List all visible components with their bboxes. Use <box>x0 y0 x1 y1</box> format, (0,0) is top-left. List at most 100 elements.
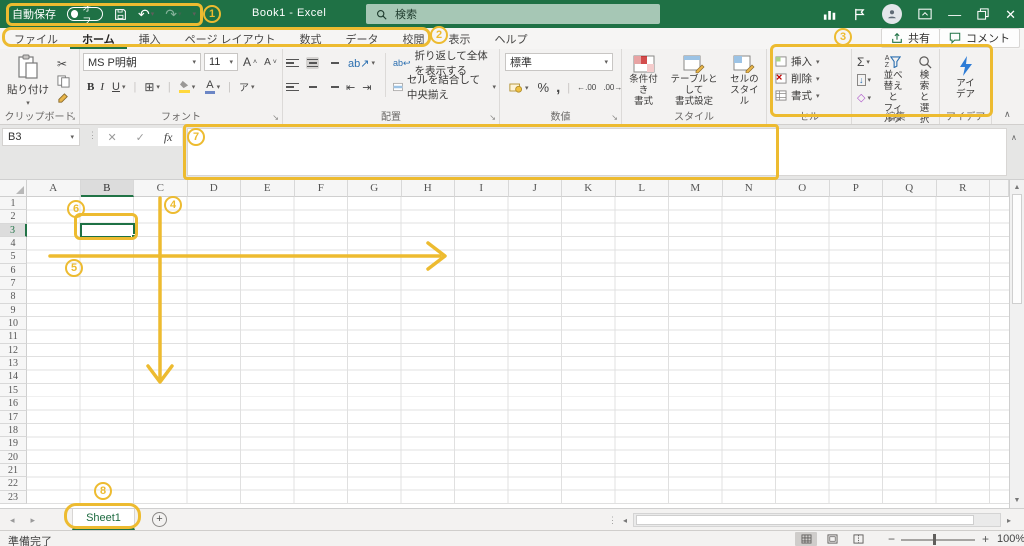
page-layout-view-button[interactable] <box>821 532 843 546</box>
insert-function-button[interactable]: fx <box>164 130 173 145</box>
row-header-22[interactable]: 22 <box>0 477 27 491</box>
minimize-button[interactable]: — <box>948 8 961 21</box>
increase-decimal-button[interactable]: ←.00 <box>577 83 596 92</box>
page-break-view-button[interactable] <box>847 532 869 546</box>
zoom-slider-track[interactable] <box>901 539 975 541</box>
chart-icon[interactable] <box>823 8 837 21</box>
row-header-15[interactable]: 15 <box>0 383 27 398</box>
merge-center-button[interactable]: セルを結合して中央揃え ▾ <box>393 74 496 101</box>
row-header-12[interactable]: 12 <box>0 343 27 358</box>
row-header-18[interactable]: 18 <box>0 423 27 438</box>
align-center-button[interactable] <box>306 83 319 92</box>
cut-button[interactable]: ✂ <box>57 57 70 71</box>
collapse-ribbon-icon[interactable]: ∧ <box>1004 109 1011 120</box>
grow-font-button[interactable]: A ˄ <box>241 54 259 70</box>
underline-button[interactable]: U ▾ <box>110 80 127 94</box>
align-right-button[interactable] <box>326 83 339 92</box>
row-header-7[interactable]: 7 <box>0 277 27 291</box>
horizontal-scrollbar[interactable]: ⋮ ◂ ▸ <box>608 513 1015 527</box>
column-header-Q[interactable]: Q <box>883 180 937 197</box>
row-header-16[interactable]: 16 <box>0 397 27 411</box>
row-header-1[interactable]: 1 <box>0 197 27 211</box>
row-header-8[interactable]: 8 <box>0 290 27 304</box>
row-header-3[interactable]: 3 <box>0 223 27 238</box>
column-header-R[interactable]: R <box>936 180 990 197</box>
flag-icon[interactable] <box>853 8 866 21</box>
row-header-2[interactable]: 2 <box>0 210 27 224</box>
column-header-partial[interactable] <box>990 180 1009 197</box>
drag-handle-icon[interactable]: ⋮ <box>608 515 617 526</box>
font-size-combo[interactable]: 11 ▾ <box>204 53 238 71</box>
orientation-button[interactable]: ab↗ ▾ <box>346 56 377 71</box>
row-header-5[interactable]: 5 <box>0 250 27 264</box>
format-as-table-button[interactable]: テーブルとして 書式設定 <box>664 53 724 110</box>
accounting-format-button[interactable]: ▾ <box>507 81 531 94</box>
borders-button[interactable]: ⊞ ▾ <box>142 79 162 95</box>
column-header-F[interactable]: F <box>294 180 348 197</box>
horizontal-scroll-track[interactable] <box>633 513 1001 527</box>
restore-button[interactable] <box>977 8 989 20</box>
format-painter-button[interactable] <box>57 92 70 105</box>
enter-button[interactable]: ✓ <box>136 131 145 144</box>
decrease-decimal-button[interactable]: .00→ <box>603 83 622 92</box>
add-sheet-button[interactable]: + <box>152 512 167 527</box>
column-header-C[interactable]: C <box>134 180 188 197</box>
zoom-slider-handle[interactable] <box>933 534 936 545</box>
conditional-formatting-button[interactable]: 条件付き 書式 <box>625 53 662 110</box>
row-header-23[interactable]: 23 <box>0 490 27 504</box>
row-header-19[interactable]: 19 <box>0 437 27 451</box>
column-header-L[interactable]: L <box>615 180 669 197</box>
tab-help[interactable]: ヘルプ <box>483 28 540 49</box>
vertical-scroll-thumb[interactable] <box>1012 194 1022 304</box>
zoom-level[interactable]: 100% <box>997 533 1024 545</box>
row-header-13[interactable]: 13 <box>0 357 27 371</box>
cancel-button[interactable]: ✕ <box>107 131 116 144</box>
zoom-out-button[interactable]: − <box>888 532 895 546</box>
collapse-formula-bar-icon[interactable]: ∧ <box>1011 133 1017 142</box>
ribbon-display-options-icon[interactable] <box>918 8 932 20</box>
row-header-4[interactable]: 4 <box>0 237 27 251</box>
drag-handle-icon[interactable]: ⋮ <box>88 130 97 141</box>
dialog-launcher-icon[interactable]: ↘ <box>69 113 76 122</box>
column-header-O[interactable]: O <box>776 180 830 197</box>
name-box[interactable]: B3 ▾ <box>2 128 80 146</box>
wrap-text-button[interactable]: ab↩ 折り返して全体を表示する <box>393 50 496 77</box>
vertical-scrollbar[interactable]: ▲ ▼ <box>1009 180 1024 508</box>
column-header-H[interactable]: H <box>401 180 455 197</box>
dialog-launcher-icon[interactable]: ↘ <box>611 113 618 122</box>
row-header-11[interactable]: 11 <box>0 330 27 344</box>
close-button[interactable]: ✕ <box>1005 8 1016 21</box>
column-header-G[interactable]: G <box>348 180 402 197</box>
normal-view-button[interactable] <box>795 532 817 546</box>
copy-button[interactable] <box>57 74 70 88</box>
column-header-E[interactable]: E <box>241 180 295 197</box>
fill-color-button[interactable]: ▾ <box>177 79 198 94</box>
row-header-14[interactable]: 14 <box>0 370 27 384</box>
select-all-button[interactable] <box>0 180 27 197</box>
column-header-D[interactable]: D <box>187 180 241 197</box>
column-header-K[interactable]: K <box>562 180 616 197</box>
next-sheet-icon[interactable]: ▸ <box>31 515 36 526</box>
cell-styles-button[interactable]: セルの スタイル <box>726 53 763 110</box>
row-header-20[interactable]: 20 <box>0 450 27 464</box>
increase-indent-button[interactable]: ⇥ <box>362 81 371 94</box>
scroll-right-icon[interactable]: ▸ <box>1003 516 1015 525</box>
column-header-N[interactable]: N <box>722 180 776 197</box>
dialog-launcher-icon[interactable]: ↘ <box>489 113 496 122</box>
column-header-B[interactable]: B <box>80 180 134 197</box>
italic-button[interactable]: I <box>100 81 104 93</box>
scroll-down-icon[interactable]: ▼ <box>1010 497 1024 504</box>
row-header-17[interactable]: 17 <box>0 410 27 424</box>
dialog-launcher-icon[interactable]: ↘ <box>272 113 279 122</box>
horizontal-scroll-thumb[interactable] <box>636 515 974 525</box>
cells-area[interactable] <box>27 197 1009 504</box>
font-name-combo[interactable]: MS P明朝 ▾ <box>83 53 201 71</box>
paste-button[interactable]: 貼り付け ▾ <box>3 53 53 108</box>
prev-sheet-icon[interactable]: ◂ <box>10 515 15 526</box>
font-color-button[interactable]: A ▾ <box>203 78 222 95</box>
scroll-up-icon[interactable]: ▲ <box>1010 184 1024 191</box>
column-header-P[interactable]: P <box>829 180 883 197</box>
align-left-button[interactable] <box>286 82 299 92</box>
row-header-21[interactable]: 21 <box>0 463 27 478</box>
align-top-button[interactable] <box>286 58 299 68</box>
